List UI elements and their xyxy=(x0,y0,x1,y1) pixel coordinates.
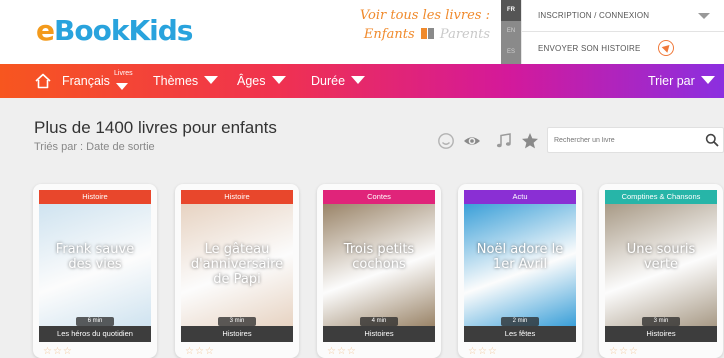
book-series-label: Histoires xyxy=(323,326,435,342)
search-input[interactable] xyxy=(554,132,699,149)
nav-language-label: Français xyxy=(62,74,110,88)
sort-by-menu[interactable]: Trier par xyxy=(648,64,715,98)
book-cover[interactable]: Trois petits cochons xyxy=(323,204,435,326)
book-cover-title: Noël adore le 1er Avril xyxy=(476,242,564,272)
site-header: eBookKids Voir tous les livres : Enfants… xyxy=(0,0,724,64)
main-navbar: Français Livres Thèmes Âges Durée Trier … xyxy=(0,64,724,98)
book-cover[interactable]: Noël adore le 1er Avril xyxy=(464,204,576,326)
rating-stars: ☆☆☆ xyxy=(327,346,357,357)
star-icon[interactable] xyxy=(521,132,539,150)
audience-parents-link[interactable]: Parents xyxy=(440,27,490,42)
sort-status: Triés par : Date de sortie xyxy=(34,141,155,153)
lang-fr[interactable]: FR xyxy=(501,0,521,21)
eye-icon[interactable] xyxy=(463,132,481,150)
book-card[interactable]: Histoire Le gâteau d'anniversaire de Papi… xyxy=(175,184,299,358)
chevron-down-icon[interactable] xyxy=(698,13,710,19)
divider xyxy=(522,31,724,32)
book-category-badge: Contes xyxy=(323,190,435,204)
book-card[interactable]: Comptines & Chansons Une souris verte 3 mi… xyxy=(599,184,723,358)
nav-duration[interactable]: Durée xyxy=(311,64,366,98)
book-series-label: Histoires xyxy=(181,326,293,342)
book-duration-badge: 2 min xyxy=(501,317,539,326)
home-icon[interactable] xyxy=(34,72,52,90)
book-duration-badge: 6 min xyxy=(76,317,114,326)
sort-by-label: Trier par xyxy=(648,74,695,88)
chevron-down-icon xyxy=(351,76,366,84)
nav-themes-label: Thèmes xyxy=(153,74,199,88)
music-note-icon[interactable] xyxy=(495,132,513,150)
view-all-books: Voir tous les livres : Enfants Parents xyxy=(320,6,490,44)
view-all-books-label: Voir tous les livres : xyxy=(359,8,490,23)
book-duration-badge: 3 min xyxy=(642,317,680,326)
book-category-badge: Actu xyxy=(464,190,576,204)
ebookkids-logo[interactable]: eBookKids xyxy=(36,14,193,47)
chevron-down-icon xyxy=(271,76,286,84)
nav-themes[interactable]: Thèmes xyxy=(153,64,219,98)
rating-stars: ☆☆☆ xyxy=(43,346,73,357)
book-category-badge: Comptines & Chansons xyxy=(605,190,717,204)
nav-ages-label: Âges xyxy=(237,74,266,88)
book-card[interactable]: Histoire Frank sauve des vies 6 min Les hér… xyxy=(33,184,157,358)
rating-stars: ☆☆☆ xyxy=(609,346,639,357)
book-duration-badge: 3 min xyxy=(218,317,256,326)
nav-ages[interactable]: Âges xyxy=(237,64,286,98)
rating-stars: ☆☆☆ xyxy=(468,346,498,357)
nav-language[interactable]: Français xyxy=(62,64,110,98)
audience-toggle-icon[interactable] xyxy=(420,28,434,39)
chevron-down-icon xyxy=(700,76,715,84)
book-cover-title: Trois petits cochons xyxy=(343,242,415,272)
search-icon[interactable] xyxy=(705,133,719,147)
rating-stars: ☆☆☆ xyxy=(185,346,215,357)
search-box xyxy=(547,127,724,153)
book-cover-title: Une souris verte xyxy=(626,242,696,272)
book-series-label: Histoires xyxy=(605,326,717,342)
book-card[interactable]: Actu Noël adore le 1er Avril 2 min Les fête… xyxy=(458,184,582,358)
login-signup-link[interactable]: INSCRIPTION / CONNEXION xyxy=(538,6,649,26)
book-cover[interactable]: Frank sauve des vies xyxy=(39,204,151,326)
nav-duration-label: Durée xyxy=(311,74,346,88)
nav-livres-tag: Livres xyxy=(114,70,133,77)
book-card[interactable]: Contes Trois petits cochons 4 min Histoires… xyxy=(317,184,441,358)
account-panel: INSCRIPTION / CONNEXION ENVOYER SON HIST… xyxy=(521,0,724,64)
send-arrow-icon[interactable] xyxy=(658,40,674,56)
chevron-down-icon[interactable] xyxy=(116,83,128,90)
book-series-label: Les héros du quotidien xyxy=(39,326,151,342)
book-cover-title: Frank sauve des vies xyxy=(55,242,135,272)
book-category-badge: Histoire xyxy=(39,190,151,204)
book-duration-badge: 4 min xyxy=(360,317,398,326)
book-cover[interactable]: Une souris verte xyxy=(605,204,717,326)
book-cover-title: Le gâteau d'anniversaire de Papi xyxy=(190,242,284,287)
book-category-badge: Histoire xyxy=(181,190,293,204)
chevron-down-icon xyxy=(204,76,219,84)
send-story-link[interactable]: ENVOYER SON HISTOIRE xyxy=(538,39,641,59)
book-cover[interactable]: Le gâteau d'anniversaire de Papi xyxy=(181,204,293,326)
language-switcher: FR EN ES xyxy=(501,0,521,64)
book-series-label: Les fêtes xyxy=(464,326,576,342)
audience-enfants-link[interactable]: Enfants xyxy=(364,27,415,42)
page-title: Plus de 1400 livres pour enfants xyxy=(34,118,277,137)
lang-es[interactable]: ES xyxy=(501,42,521,63)
smiley-icon[interactable] xyxy=(437,132,455,150)
lang-en[interactable]: EN xyxy=(501,21,521,42)
